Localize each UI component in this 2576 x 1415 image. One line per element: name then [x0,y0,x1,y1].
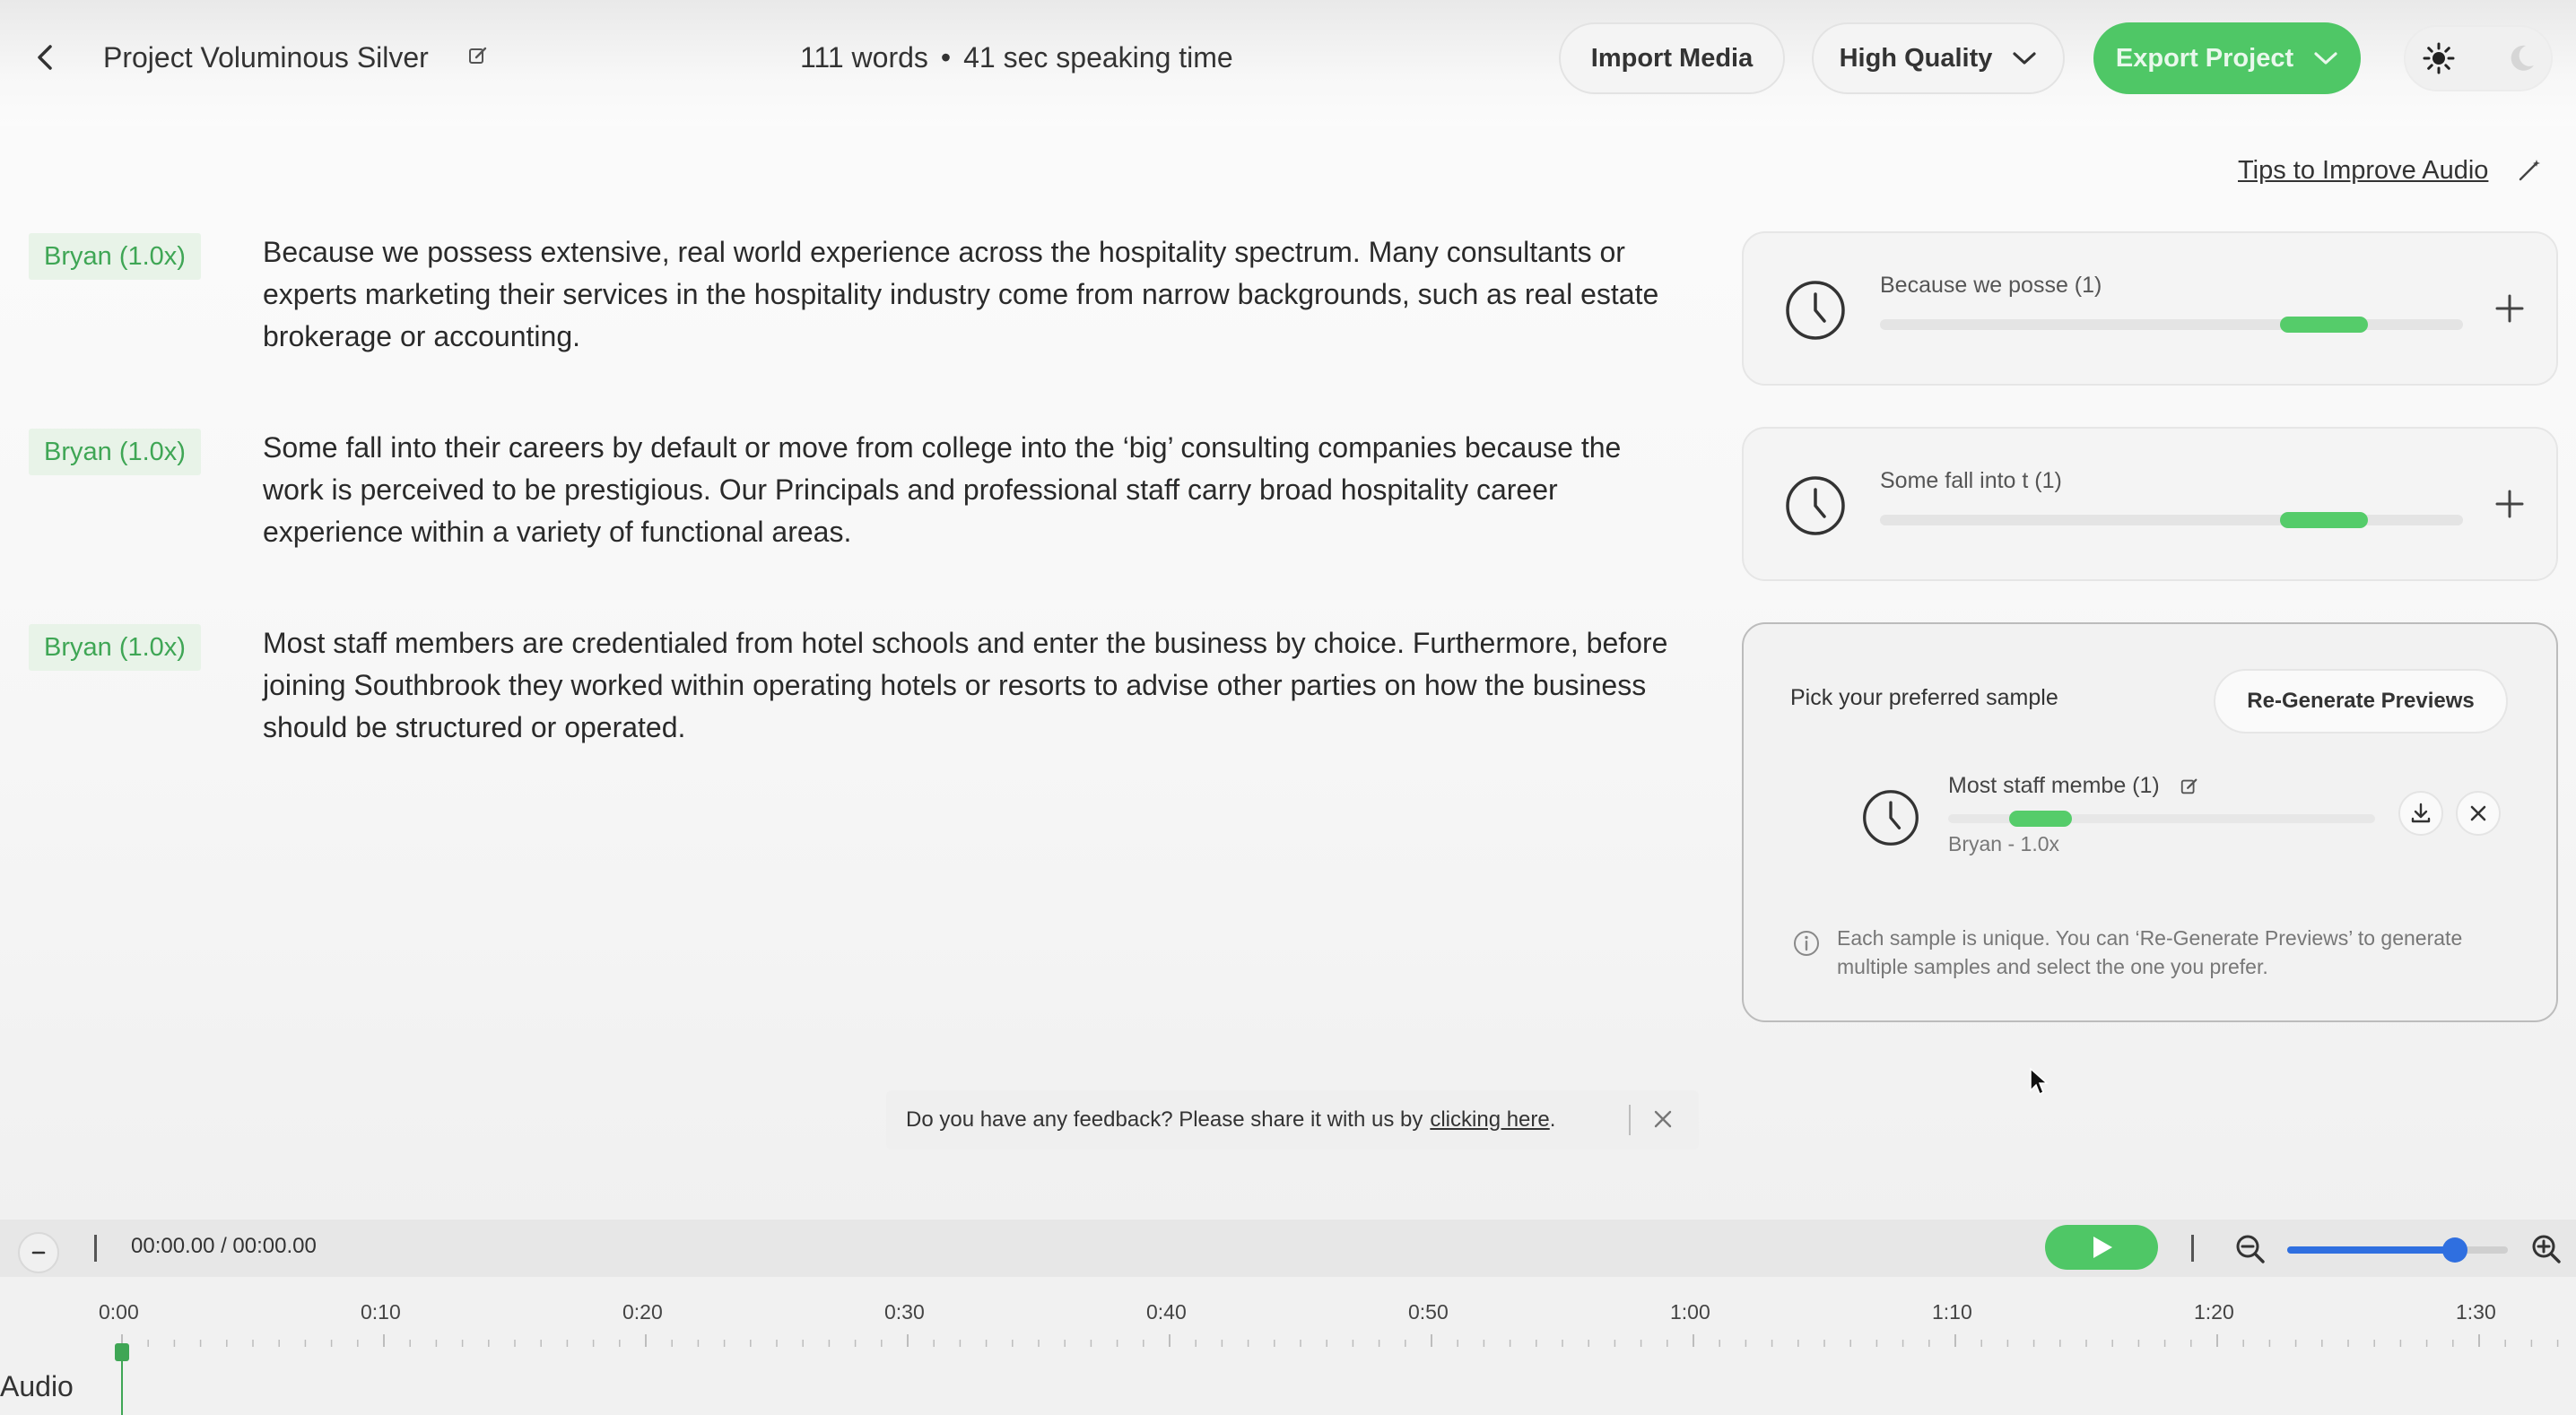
preview-title: Because we posse (1) [1880,273,2102,298]
pick-sample-label: Pick your preferred sample [1790,685,2058,710]
audio-track-label: Audio [0,1370,74,1402]
zoom-in-icon[interactable] [2528,1230,2565,1268]
speaking-time: 41 sec speaking time [963,41,1233,74]
timeline-tick-label: 0:00 [99,1300,139,1324]
download-sample-button[interactable] [2398,791,2443,836]
quality-dropdown[interactable]: High Quality [1812,22,2065,94]
sample-title: Most staff membe (1) [1948,773,2160,798]
feedback-suffix: . [1549,1107,1556,1132]
magic-wand-icon [2517,158,2542,183]
preview-title: Some fall into t (1) [1880,468,2062,493]
edit-project-title-button[interactable] [467,45,491,68]
timeline[interactable]: 0:00 0:10 0:20 0:30 0:40 0:50 1:00 1:10 1:20 1:30… [0,1277,2576,1415]
script-paragraph[interactable]: Most staff members are credentialed from… [263,622,1689,749]
minus-icon [31,1251,46,1254]
mouse-cursor-icon [2030,1067,2049,1096]
preview-waveform-segment [2280,317,2368,333]
separator-dot: • [940,41,952,74]
speaker-tag[interactable]: Bryan (1.0x) [29,233,201,280]
chevron-down-icon [2314,52,2337,65]
zoom-slider-handle[interactable] [2441,1237,2467,1263]
moon-icon [2511,45,2534,71]
preview-card[interactable]: Because we posse (1) [1742,231,2558,386]
import-media-button[interactable]: Import Media [1559,22,1785,94]
preview-progress-track[interactable] [1880,319,2463,330]
info-icon [1794,931,1819,956]
close-icon [2470,805,2486,821]
close-feedback-button[interactable] [1647,1103,1679,1135]
project-title[interactable]: Project Voluminous Silver [103,39,429,75]
timecode: 00:00.00 / 00:00.00 [131,1234,317,1258]
speaker-tag[interactable]: Bryan (1.0x) [29,624,201,671]
clock-icon [1786,476,1845,535]
back-button[interactable] [27,39,63,75]
sample-voice: Bryan - 1.0x [1948,832,2059,855]
timeline-tick-label: 1:10 [1932,1300,1972,1324]
clock-icon[interactable] [1860,787,1921,848]
timeline-tick-label: 1:30 [2456,1300,2496,1324]
zoom-slider-fill [2287,1246,2455,1254]
regenerate-previews-button[interactable]: Re-Generate Previews [2214,669,2508,734]
collapse-timeline-button[interactable] [18,1232,59,1273]
pencil-icon [469,47,487,64]
timeline-tick-label: 0:20 [622,1300,663,1324]
import-media-label: Import Media [1590,43,1754,73]
player-divider [94,1235,97,1262]
zoom-out-icon[interactable] [2232,1230,2269,1268]
playhead-line [121,1359,123,1415]
sample-info-text: Each sample is unique. You can ‘Re-Gener… [1837,926,2463,978]
timeline-tick-label: 0:30 [884,1300,925,1324]
speaker-tag[interactable]: Bryan (1.0x) [29,429,201,475]
play-icon [2093,1237,2112,1258]
download-icon [2411,803,2431,823]
feedback-banner: Do you have any feedback? Please share i… [886,1090,1699,1150]
feedback-divider [1629,1105,1631,1135]
remove-sample-button[interactable] [2456,791,2501,836]
preview-waveform-segment [2280,512,2368,528]
timeline-tick-label: 0:50 [1408,1300,1449,1324]
sample-waveform-segment [2009,811,2072,827]
player-bar: 00:00.00 / 00:00.00 [0,1220,2576,1277]
pencil-icon[interactable] [2180,777,2199,796]
light-mode-button[interactable] [2422,41,2456,75]
chevron-left-icon [38,45,52,70]
top-bar: Project Voluminous Silver 111 words • 41 s… [0,0,2576,126]
timeline-ticks [121,1334,2559,1347]
export-project-button[interactable]: Export Project [2093,22,2361,94]
feedback-link[interactable]: clicking here [1430,1107,1549,1133]
sun-icon [2423,42,2455,74]
zoom-slider[interactable] [2287,1237,2508,1263]
clock-icon [1786,281,1845,340]
timeline-tick-label: 0:10 [361,1300,401,1324]
player-divider [2191,1235,2194,1262]
word-stats: 111 words • 41 sec speaking time [800,39,1233,75]
script-paragraph[interactable]: Because we possess extensive, real world… [263,231,1689,358]
chevron-down-icon [2013,52,2036,65]
word-count: 111 words [800,41,928,74]
timeline-tick-label: 1:00 [1670,1300,1710,1324]
add-preview-button[interactable] [2492,486,2528,522]
script-paragraph[interactable]: Some fall into their careers by default … [263,427,1689,553]
quality-label: High Quality [1839,43,1993,73]
preview-progress-track[interactable] [1880,515,2463,525]
export-project-label: Export Project [2115,43,2294,73]
timeline-tick-label: 1:20 [2194,1300,2234,1324]
timeline-tick-label: 0:40 [1146,1300,1187,1324]
dark-mode-button[interactable] [2504,41,2538,75]
tips-to-improve-audio-link[interactable]: Tips to Improve Audio [2238,156,2488,186]
feedback-text: Do you have any feedback? Please share i… [906,1107,1423,1132]
sample-picker-card: Pick your preferred sample Re-Generate P… [1742,622,2558,1022]
play-button[interactable] [2045,1225,2158,1270]
playhead-handle[interactable] [115,1343,129,1361]
preview-card[interactable]: Some fall into t (1) [1742,427,2558,581]
add-preview-button[interactable] [2492,291,2528,326]
